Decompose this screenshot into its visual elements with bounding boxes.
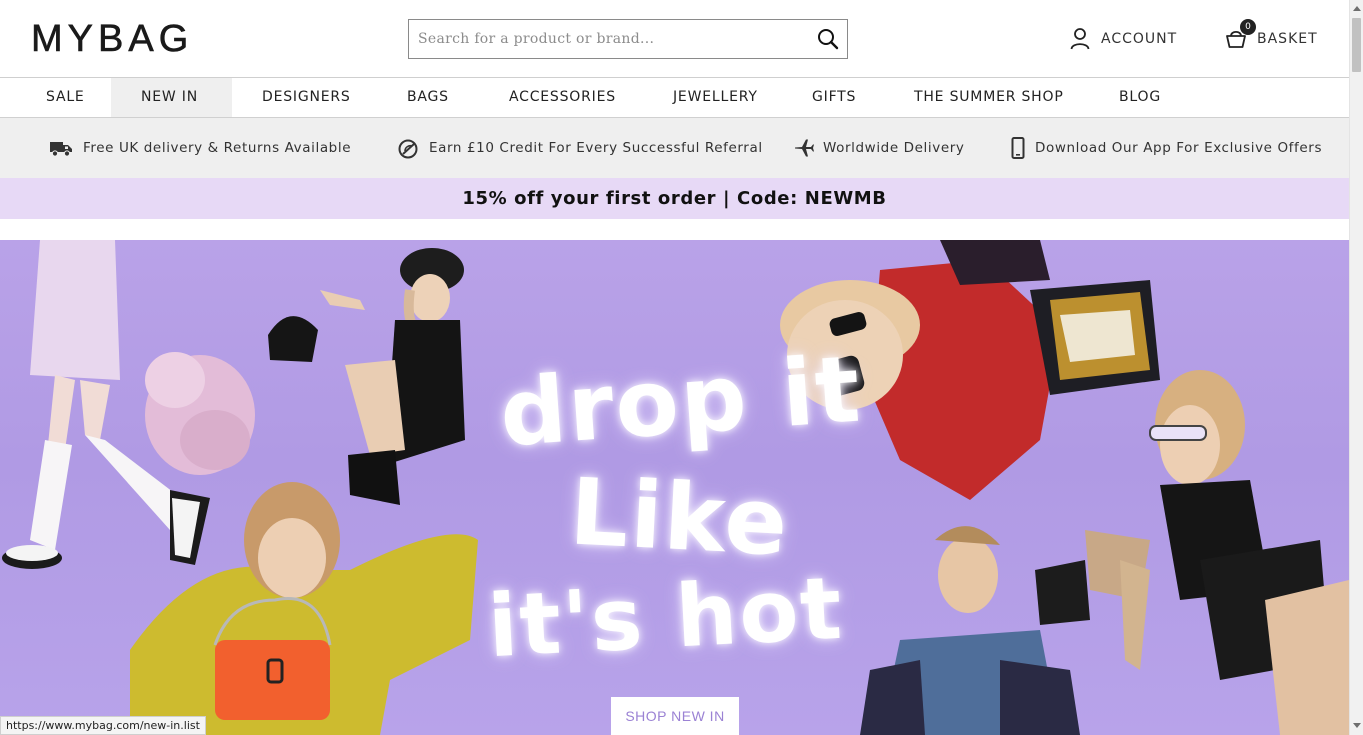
scroll-up-arrow-icon[interactable] [1353, 6, 1361, 11]
scroll-down-arrow-icon[interactable] [1353, 723, 1361, 728]
promo-banner[interactable]: 15% off your first order | Code: NEWMB [0, 178, 1349, 219]
nav-item-gifts[interactable]: GIFTS [797, 78, 871, 117]
vertical-scrollbar[interactable] [1349, 0, 1363, 735]
usp-app-label: Download Our App For Exclusive Offers [1035, 140, 1323, 156]
model-black-dress [268, 248, 465, 505]
basket-link[interactable]: 0 BASKET [1225, 19, 1318, 50]
plane-icon [795, 139, 814, 157]
basket-count-badge: 0 [1240, 19, 1256, 35]
referral-icon [398, 139, 418, 159]
nav-item-sale[interactable]: SALE [31, 78, 100, 117]
pink-fluffy-bag [145, 352, 255, 475]
hero-headline-line2: Like [567, 458, 792, 577]
shop-new-in-button[interactable]: SHOP NEW IN [611, 697, 739, 735]
nav-item-bags[interactable]: BAGS [392, 78, 464, 117]
hero-headline-line1: drop it [496, 335, 866, 468]
scroll-thumb[interactable] [1352, 18, 1361, 72]
account-link[interactable]: ACCOUNT [1070, 28, 1177, 50]
model-denim [860, 526, 1080, 735]
nav-item-blog[interactable]: BLOG [1104, 78, 1176, 117]
truck-icon [50, 142, 72, 157]
account-label: ACCOUNT [1101, 31, 1178, 47]
user-icon [1070, 28, 1090, 50]
search-icon[interactable] [817, 28, 839, 50]
search-input[interactable] [409, 20, 809, 58]
hero-headline-line3: it's hot [485, 558, 846, 678]
usp-referral-label: Earn £10 Credit For Every Successful Ref… [429, 140, 763, 156]
usp-app[interactable]: Download Our App For Exclusive Offers [1011, 118, 1322, 178]
nav-item-jewellery[interactable]: JEWELLERY [658, 78, 773, 117]
nav-item-designers[interactable]: DESIGNERS [247, 78, 366, 117]
nav-item-new-in[interactable]: NEW IN [111, 78, 232, 117]
phone-icon [1011, 137, 1025, 159]
browser-status-url: https://www.mybag.com/new-in.list [0, 716, 206, 735]
usp-worldwide-label: Worldwide Delivery [823, 140, 965, 156]
basket-label: BASKET [1257, 31, 1318, 47]
usp-worldwide[interactable]: Worldwide Delivery [794, 118, 964, 178]
nav-item-accessories[interactable]: ACCESSORIES [494, 78, 631, 117]
hero-banner[interactable]: drop it Like it's hot SHOP NEW IN [0, 240, 1349, 735]
usp-free-delivery[interactable]: Free UK delivery & Returns Available [49, 118, 351, 178]
site-header: MYBAG ACCOUNT 0 BASKET [0, 0, 1349, 78]
nav-item-summer-shop[interactable]: THE SUMMER SHOP [899, 78, 1079, 117]
main-nav: SALE NEW IN DESIGNERS BAGS ACCESSORIES J… [0, 78, 1349, 118]
usp-referral[interactable]: Earn £10 Credit For Every Successful Ref… [397, 118, 763, 178]
search-box [408, 19, 848, 59]
mybag-logo[interactable]: MYBAG [31, 17, 193, 61]
usp-bar: Free UK delivery & Returns Available Ear… [0, 118, 1349, 178]
model-backpack [1035, 370, 1349, 735]
usp-free-delivery-label: Free UK delivery & Returns Available [83, 140, 352, 156]
